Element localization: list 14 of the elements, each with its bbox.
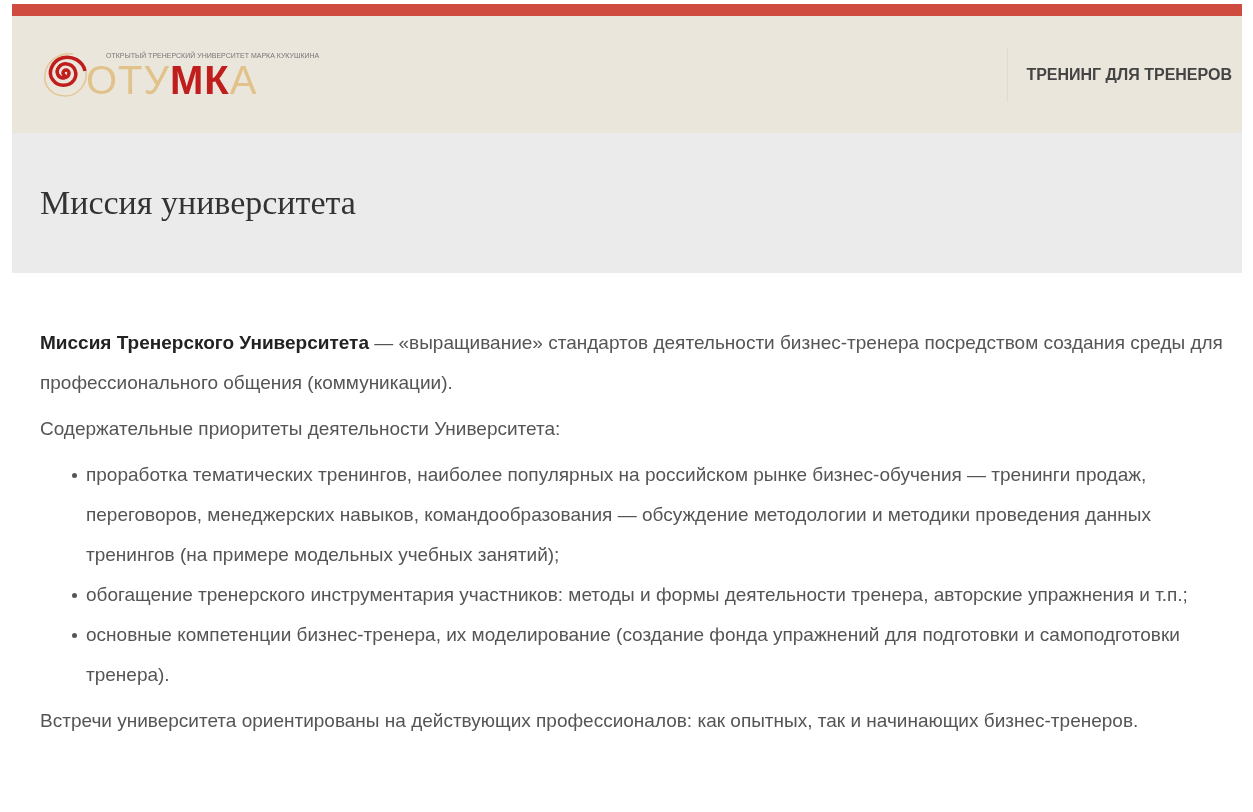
bullet-icon (72, 633, 77, 638)
list-item: обогащение тренерского инструментария участников: методы и формы деятельности тренера, авторские упражнения и т.п.; (86, 583, 1188, 607)
list-item: основные компетенции бизнес-тренера, их моделирование (создание фонда упражнений для подготовки и самоподготовки тренера). (86, 623, 1181, 687)
page-title: Миссия университета (40, 184, 356, 222)
paragraph: Миссия Тренерского Университета — «выращивание» стандартов деятельности бизнес-тренера посредством создания среды для профессионального общения (коммуникации). (40, 331, 1223, 395)
logo-letters: ОТУ (86, 63, 170, 97)
paragraph: Встречи университета ориентированы на действующих профессионалов: как опытных, так и начинающих бизнес-тренеров. (40, 709, 1140, 733)
bullet-icon (72, 473, 77, 478)
logo-letters: МК (169, 63, 230, 97)
list-item: проработка тематических тренингов, наиболее популярных на российском рынке бизнес-обучения — тренинги продаж, переговоров, менеджерских навыков, командообразования — обсуждение методологии и методики проведения данных тренингов (на примере модельных учебных занятий); (86, 463, 1152, 567)
logo-letters: А (229, 63, 258, 97)
bullet-icon (72, 593, 77, 598)
paragraph: Содержательные приоритеты деятельности Университета: (40, 417, 562, 441)
nav-link[interactable]: ТРЕНИНГ ДЛЯ ТРЕНЕРОВ (1026, 65, 1232, 84)
